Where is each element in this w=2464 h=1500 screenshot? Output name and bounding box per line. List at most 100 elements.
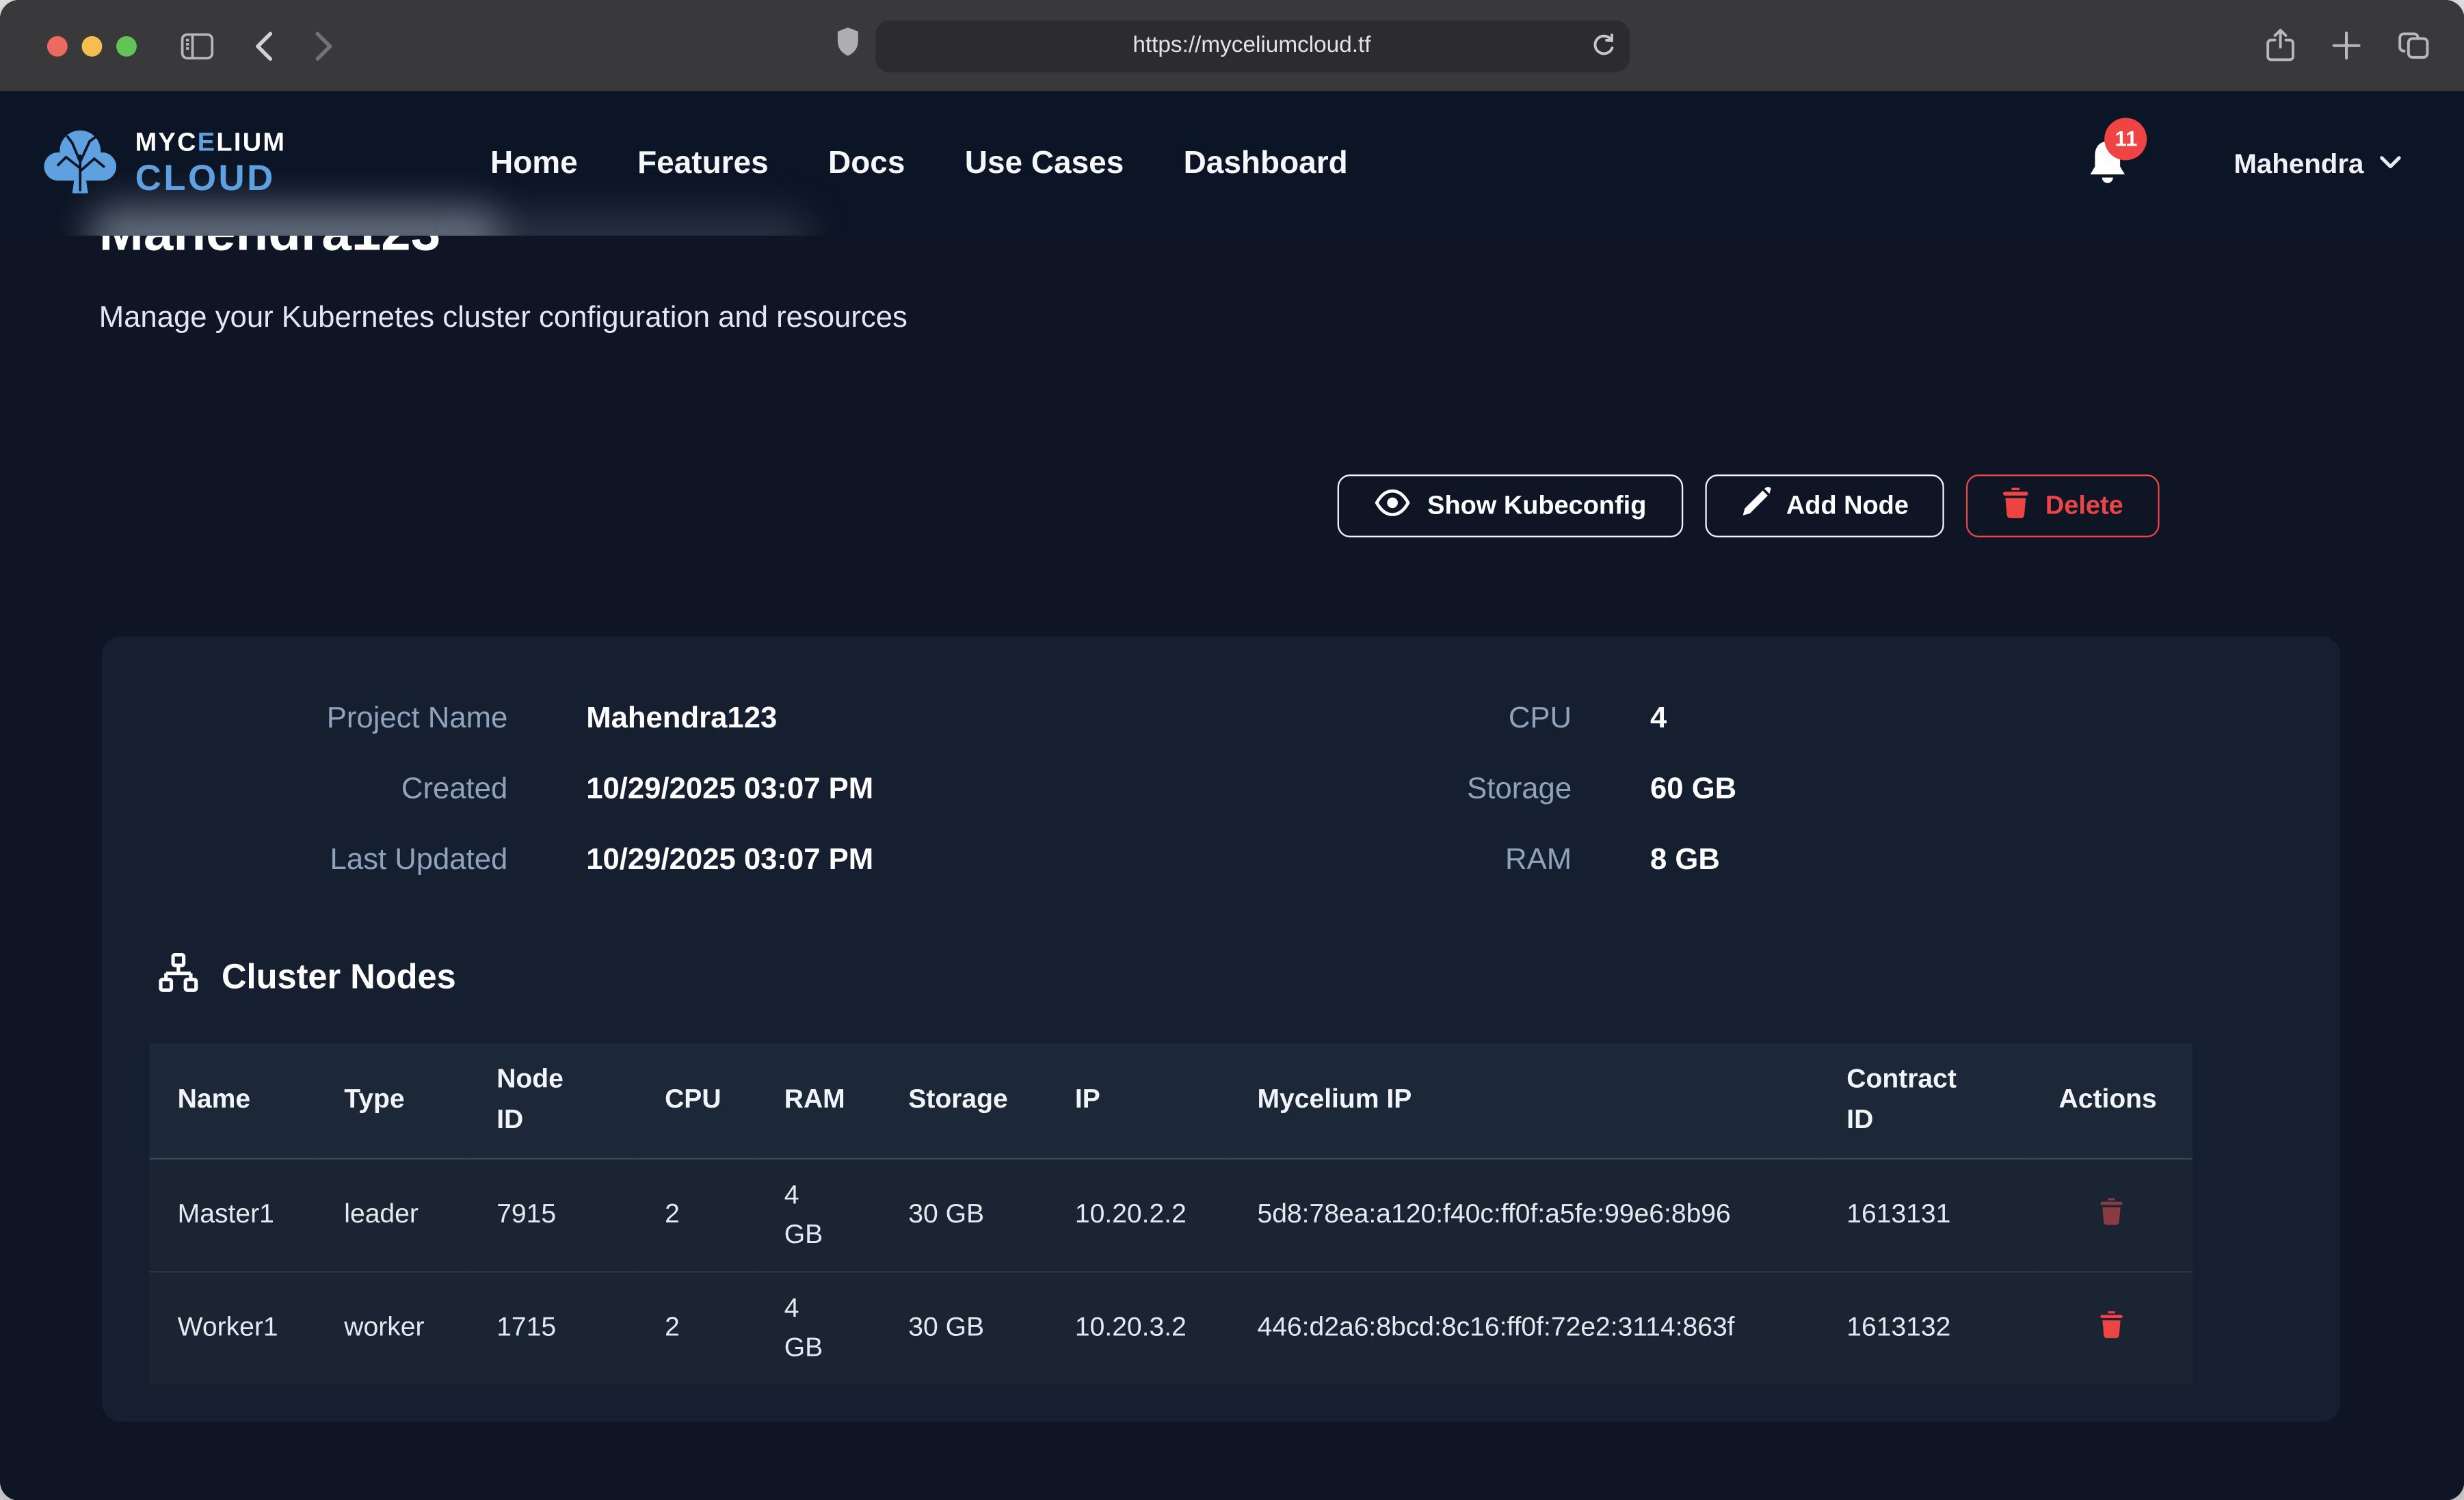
- cluster-nodes-table: Name Type Node ID CPU RAM Storage IP Myc…: [149, 1043, 2193, 1384]
- nav-links: Home Features Docs Use Cases Dashboard: [490, 146, 1348, 182]
- scroll-blur-ghost: [88, 207, 500, 235]
- cell-name: Master1: [149, 1158, 316, 1271]
- detail-value: 4: [1650, 701, 1667, 736]
- col-header-ip: IP: [1047, 1043, 1230, 1158]
- show-kubeconfig-label: Show Kubeconfig: [1427, 491, 1646, 521]
- url-text: https://myceliumcloud.tf: [1132, 33, 1370, 58]
- cell-ip: 10.20.3.2: [1047, 1272, 1230, 1384]
- notification-badge: 11: [2105, 118, 2147, 160]
- add-node-button[interactable]: Add Node: [1704, 474, 1944, 537]
- cell-type: leader: [316, 1158, 468, 1271]
- minimize-window-button[interactable]: [82, 36, 103, 56]
- user-name: Mahendra: [2234, 147, 2363, 180]
- nav-link-docs[interactable]: Docs: [828, 146, 905, 182]
- detail-row-created: Created 10/29/2025 03:07 PM: [102, 754, 1163, 825]
- table-header-row: Name Type Node ID CPU RAM Storage IP Myc…: [149, 1043, 2193, 1158]
- zoom-window-button[interactable]: [116, 36, 137, 56]
- site-navbar: MYCELIUM CLOUD Home Features Docs Use Ca…: [0, 91, 2464, 235]
- detail-label: CPU: [1163, 701, 1572, 736]
- sidebar-toggle-icon[interactable]: [181, 32, 213, 59]
- delete-label: Delete: [2045, 491, 2123, 521]
- eye-icon: [1374, 488, 1412, 524]
- cell-mycelium-ip: 446:d2a6:8bcd:8c16:ff0f:72e2:3114:863f: [1229, 1272, 1818, 1384]
- col-header-ram: RAM: [756, 1043, 880, 1158]
- brand-logo[interactable]: MYCELIUM CLOUD: [41, 123, 287, 203]
- col-header-node-id: Node ID: [468, 1043, 637, 1158]
- cluster-nodes-title: Cluster Nodes: [222, 957, 456, 998]
- delete-node-button-disabled[interactable]: [2093, 1192, 2130, 1237]
- browser-window: https://myceliumcloud.tf: [0, 0, 2464, 1500]
- col-header-contract-id: Contract ID: [1818, 1043, 2030, 1158]
- col-header-storage: Storage: [880, 1043, 1047, 1158]
- share-icon[interactable]: [2266, 28, 2294, 63]
- bell-icon: [2086, 167, 2130, 193]
- table-row: Worker1 worker 1715 2 4 GB 30 GB 10.20.3…: [149, 1272, 2193, 1384]
- cell-name: Worker1: [149, 1272, 316, 1384]
- col-header-name: Name: [149, 1043, 316, 1158]
- page-subtitle: Manage your Kubernetes cluster configura…: [99, 302, 2464, 336]
- add-node-label: Add Node: [1786, 491, 1909, 521]
- cell-ram: 4 GB: [756, 1272, 880, 1384]
- delete-node-button[interactable]: [2093, 1304, 2130, 1350]
- address-bar[interactable]: https://myceliumcloud.tf: [875, 20, 1629, 72]
- nav-link-use-cases[interactable]: Use Cases: [965, 146, 1124, 182]
- cluster-actions: Show Kubeconfig Add Node Delete: [0, 474, 2160, 537]
- col-header-cpu: CPU: [637, 1043, 756, 1158]
- detail-label: Last Updated: [102, 843, 507, 878]
- cell-node-id: 7915: [468, 1158, 637, 1271]
- window-controls: [47, 36, 137, 56]
- cell-ram: 4 GB: [756, 1158, 880, 1271]
- cluster-details: Project Name Mahendra123 Created 10/29/2…: [102, 637, 2340, 896]
- nav-link-home[interactable]: Home: [490, 146, 578, 182]
- detail-row-last-updated: Last Updated 10/29/2025 03:07 PM: [102, 825, 1163, 896]
- table-row: Master1 leader 7915 2 4 GB 30 GB 10.20.2…: [149, 1158, 2193, 1271]
- col-header-type: Type: [316, 1043, 468, 1158]
- mycelium-tree-icon: [41, 123, 120, 203]
- new-tab-icon[interactable]: [2332, 31, 2360, 59]
- back-icon[interactable]: [254, 31, 274, 61]
- cell-storage: 30 GB: [880, 1158, 1047, 1271]
- cell-storage: 30 GB: [880, 1272, 1047, 1384]
- cell-cpu: 2: [637, 1158, 756, 1271]
- chevron-down-icon: [2379, 149, 2401, 177]
- detail-label: RAM: [1163, 843, 1572, 878]
- tab-overview-icon[interactable]: [2398, 31, 2430, 61]
- detail-value: Mahendra123: [586, 701, 777, 736]
- notifications-button[interactable]: 11: [2086, 137, 2133, 190]
- detail-label: Project Name: [102, 701, 507, 736]
- detail-value: 8 GB: [1650, 843, 1720, 878]
- pencil-icon: [1740, 487, 1771, 524]
- nav-link-features[interactable]: Features: [637, 146, 769, 182]
- cell-node-id: 1715: [468, 1272, 637, 1384]
- detail-value: 10/29/2025 03:07 PM: [586, 773, 873, 807]
- org-chart-icon: [157, 952, 200, 1003]
- detail-value: 10/29/2025 03:07 PM: [586, 843, 873, 878]
- browser-chrome: https://myceliumcloud.tf: [0, 0, 2464, 91]
- col-header-actions: Actions: [2030, 1043, 2193, 1158]
- detail-label: Storage: [1163, 773, 1572, 807]
- reload-icon[interactable]: [1591, 33, 1615, 58]
- delete-cluster-button[interactable]: Delete: [1967, 474, 2160, 537]
- cell-mycelium-ip: 5d8:78ea:a120:f40c:ff0f:a5fe:99e6:8b96: [1229, 1158, 1818, 1271]
- detail-row-ram: RAM 8 GB: [1163, 825, 1737, 896]
- cluster-nodes-header: Cluster Nodes: [157, 952, 2340, 1003]
- privacy-shield-icon[interactable]: [835, 27, 858, 64]
- detail-row-cpu: CPU 4: [1163, 684, 1737, 754]
- cell-type: worker: [316, 1272, 468, 1384]
- cell-contract-id: 1613132: [1818, 1272, 2030, 1384]
- col-header-mycelium-ip: Mycelium IP: [1229, 1043, 1818, 1158]
- nav-link-dashboard[interactable]: Dashboard: [1184, 146, 1348, 182]
- user-menu[interactable]: Mahendra: [2234, 147, 2401, 180]
- trash-icon: [2003, 486, 2030, 525]
- detail-row-project-name: Project Name Mahendra123: [102, 684, 1163, 754]
- cell-contract-id: 1613131: [1818, 1158, 2030, 1271]
- forward-icon[interactable]: [315, 31, 334, 61]
- detail-row-storage: Storage 60 GB: [1163, 754, 1737, 825]
- cluster-details-panel: Project Name Mahendra123 Created 10/29/2…: [102, 637, 2340, 1421]
- cell-cpu: 2: [637, 1272, 756, 1384]
- show-kubeconfig-button[interactable]: Show Kubeconfig: [1338, 474, 1682, 537]
- close-window-button[interactable]: [47, 36, 68, 56]
- cell-ip: 10.20.2.2: [1047, 1158, 1230, 1271]
- detail-value: 60 GB: [1650, 773, 1736, 807]
- scroll-blur-ghost-2: [471, 217, 809, 236]
